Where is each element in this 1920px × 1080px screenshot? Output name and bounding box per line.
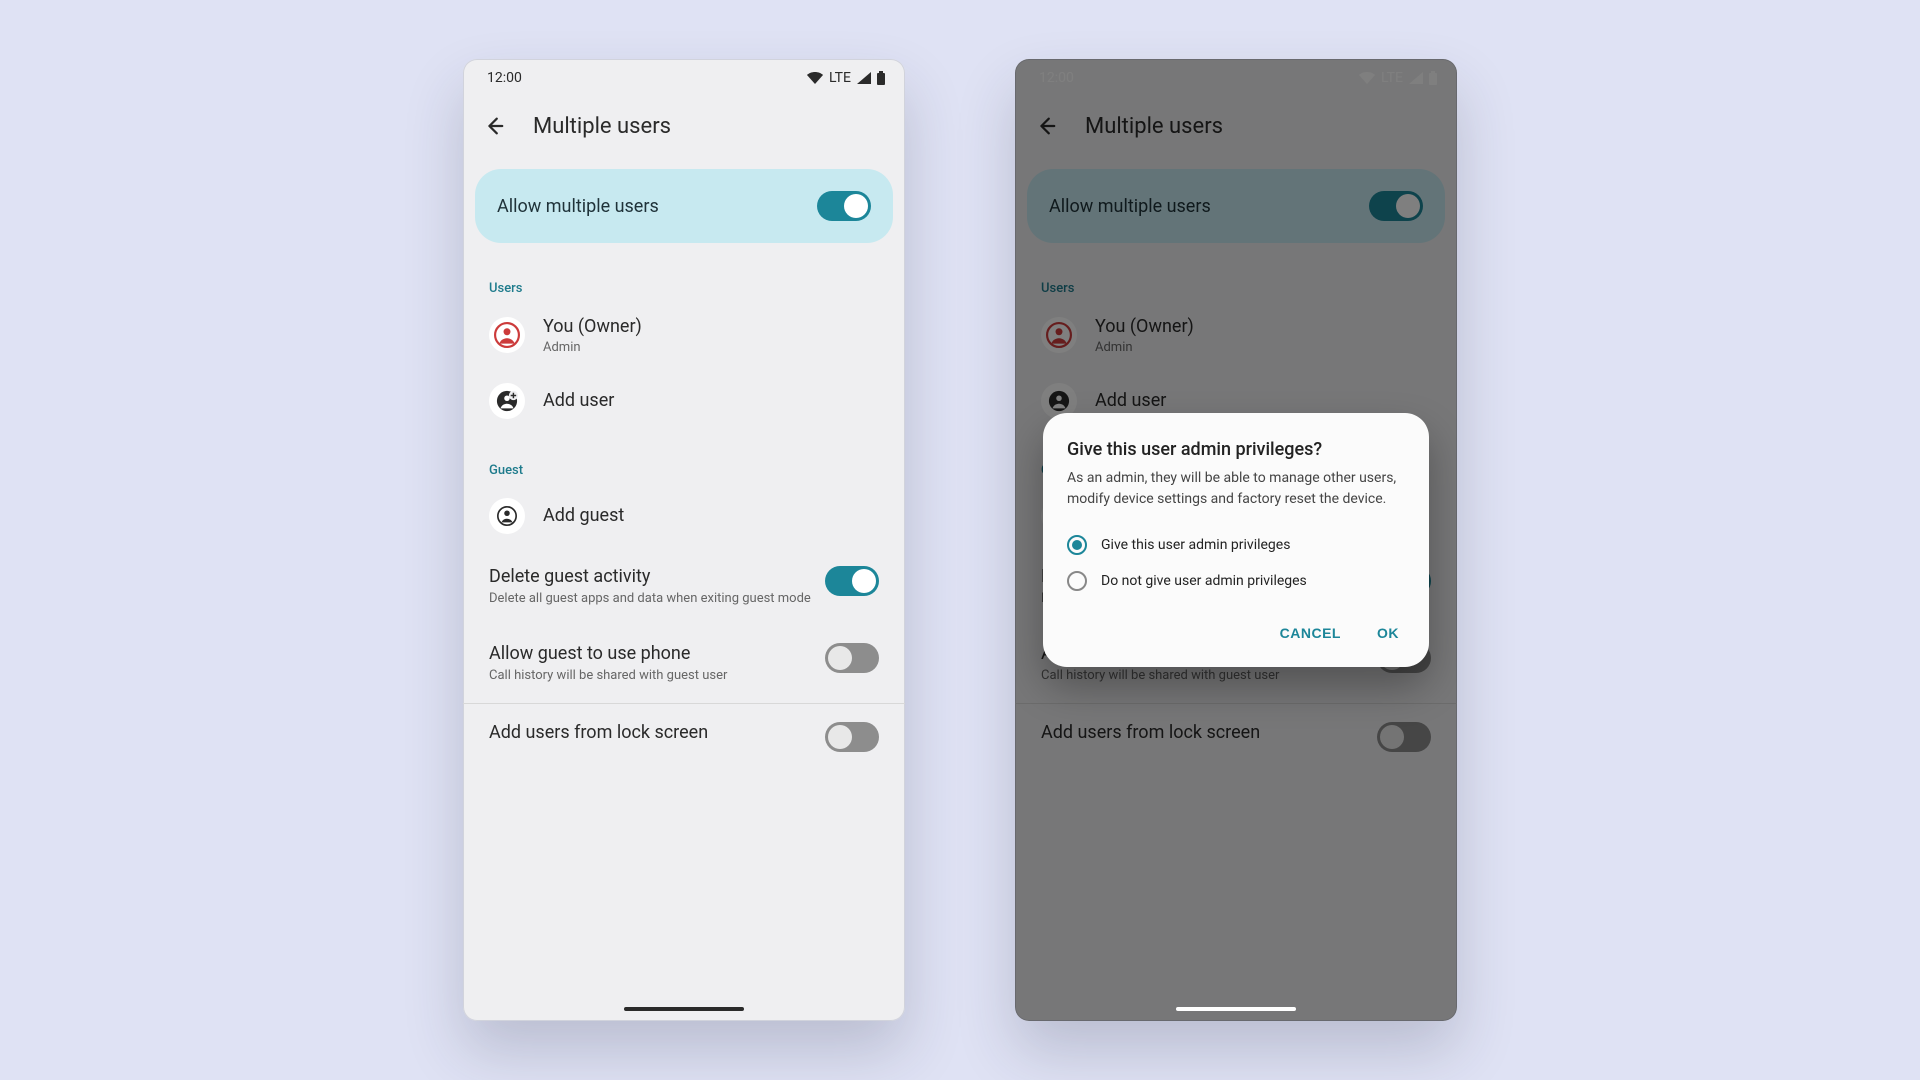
owner-avatar-icon (489, 317, 525, 353)
wifi-icon (807, 72, 823, 84)
dialog-body: As an admin, they will be able to manage… (1067, 468, 1405, 509)
radio-unchecked-icon[interactable] (1067, 571, 1087, 591)
settings-content: Allow multiple users Users You (Owner) A… (463, 155, 905, 1021)
home-indicator[interactable] (624, 1007, 744, 1011)
guest-icon (489, 498, 525, 534)
status-right-cluster: LTE (807, 70, 885, 86)
option-give-admin-label: Give this user admin privileges (1101, 537, 1290, 553)
allow-guest-phone-setting[interactable]: Allow guest to use phone Call history wi… (463, 625, 905, 703)
dialog-title: Give this user admin privileges? (1067, 439, 1405, 460)
app-bar: Multiple users (463, 97, 905, 155)
phone-light: 12:00 LTE Multiple users Allow multiple … (463, 59, 905, 1021)
status-network: LTE (829, 70, 851, 86)
allow-multiple-users-label: Allow multiple users (497, 196, 659, 217)
status-bar: 12:00 LTE (463, 59, 905, 97)
owner-name: You (Owner) (543, 316, 642, 338)
add-guest-row[interactable]: Add guest (463, 484, 905, 548)
switch-off-icon[interactable] (825, 643, 879, 673)
guest-phone-title: Allow guest to use phone (489, 643, 811, 664)
add-user-label: Add user (543, 390, 614, 412)
ok-button[interactable]: OK (1371, 617, 1405, 649)
switch-off-icon[interactable] (825, 722, 879, 752)
allow-multiple-users-toggle[interactable]: Allow multiple users (475, 169, 893, 243)
dialog-scrim[interactable]: Give this user admin privileges? As an a… (1015, 59, 1457, 1021)
delete-guest-title: Delete guest activity (489, 566, 811, 587)
owner-row[interactable]: You (Owner) Admin (463, 302, 905, 369)
add-users-lock-screen-setting[interactable]: Add users from lock screen (463, 704, 905, 770)
add-user-icon (489, 383, 525, 419)
switch-on-icon[interactable] (825, 566, 879, 596)
signal-icon (857, 72, 871, 84)
owner-role: Admin (543, 340, 642, 355)
back-icon[interactable] (483, 115, 505, 137)
delete-guest-sub: Delete all guest apps and data when exit… (489, 591, 811, 608)
battery-icon (877, 71, 885, 85)
delete-guest-activity-setting[interactable]: Delete guest activity Delete all guest a… (463, 548, 905, 626)
option-no-admin[interactable]: Do not give user admin privileges (1067, 563, 1405, 599)
admin-privileges-dialog: Give this user admin privileges? As an a… (1043, 413, 1429, 667)
option-give-admin[interactable]: Give this user admin privileges (1067, 527, 1405, 563)
section-guest-label: Guest (463, 433, 905, 484)
page-title: Multiple users (533, 114, 671, 139)
home-indicator[interactable] (1176, 1007, 1296, 1011)
dialog-actions: CANCEL OK (1067, 617, 1405, 649)
add-user-row[interactable]: Add user (463, 369, 905, 433)
section-users-label: Users (463, 251, 905, 302)
status-time: 12:00 (487, 70, 522, 86)
switch-on-icon[interactable] (817, 191, 871, 221)
phone-dialog: 12:00 LTE Multiple users Allow multiple … (1015, 59, 1457, 1021)
add-guest-label: Add guest (543, 505, 624, 527)
cancel-button[interactable]: CANCEL (1274, 617, 1347, 649)
guest-phone-sub: Call history will be shared with guest u… (489, 668, 811, 685)
radio-checked-icon[interactable] (1067, 535, 1087, 555)
lock-screen-title: Add users from lock screen (489, 722, 811, 743)
option-no-admin-label: Do not give user admin privileges (1101, 573, 1307, 589)
